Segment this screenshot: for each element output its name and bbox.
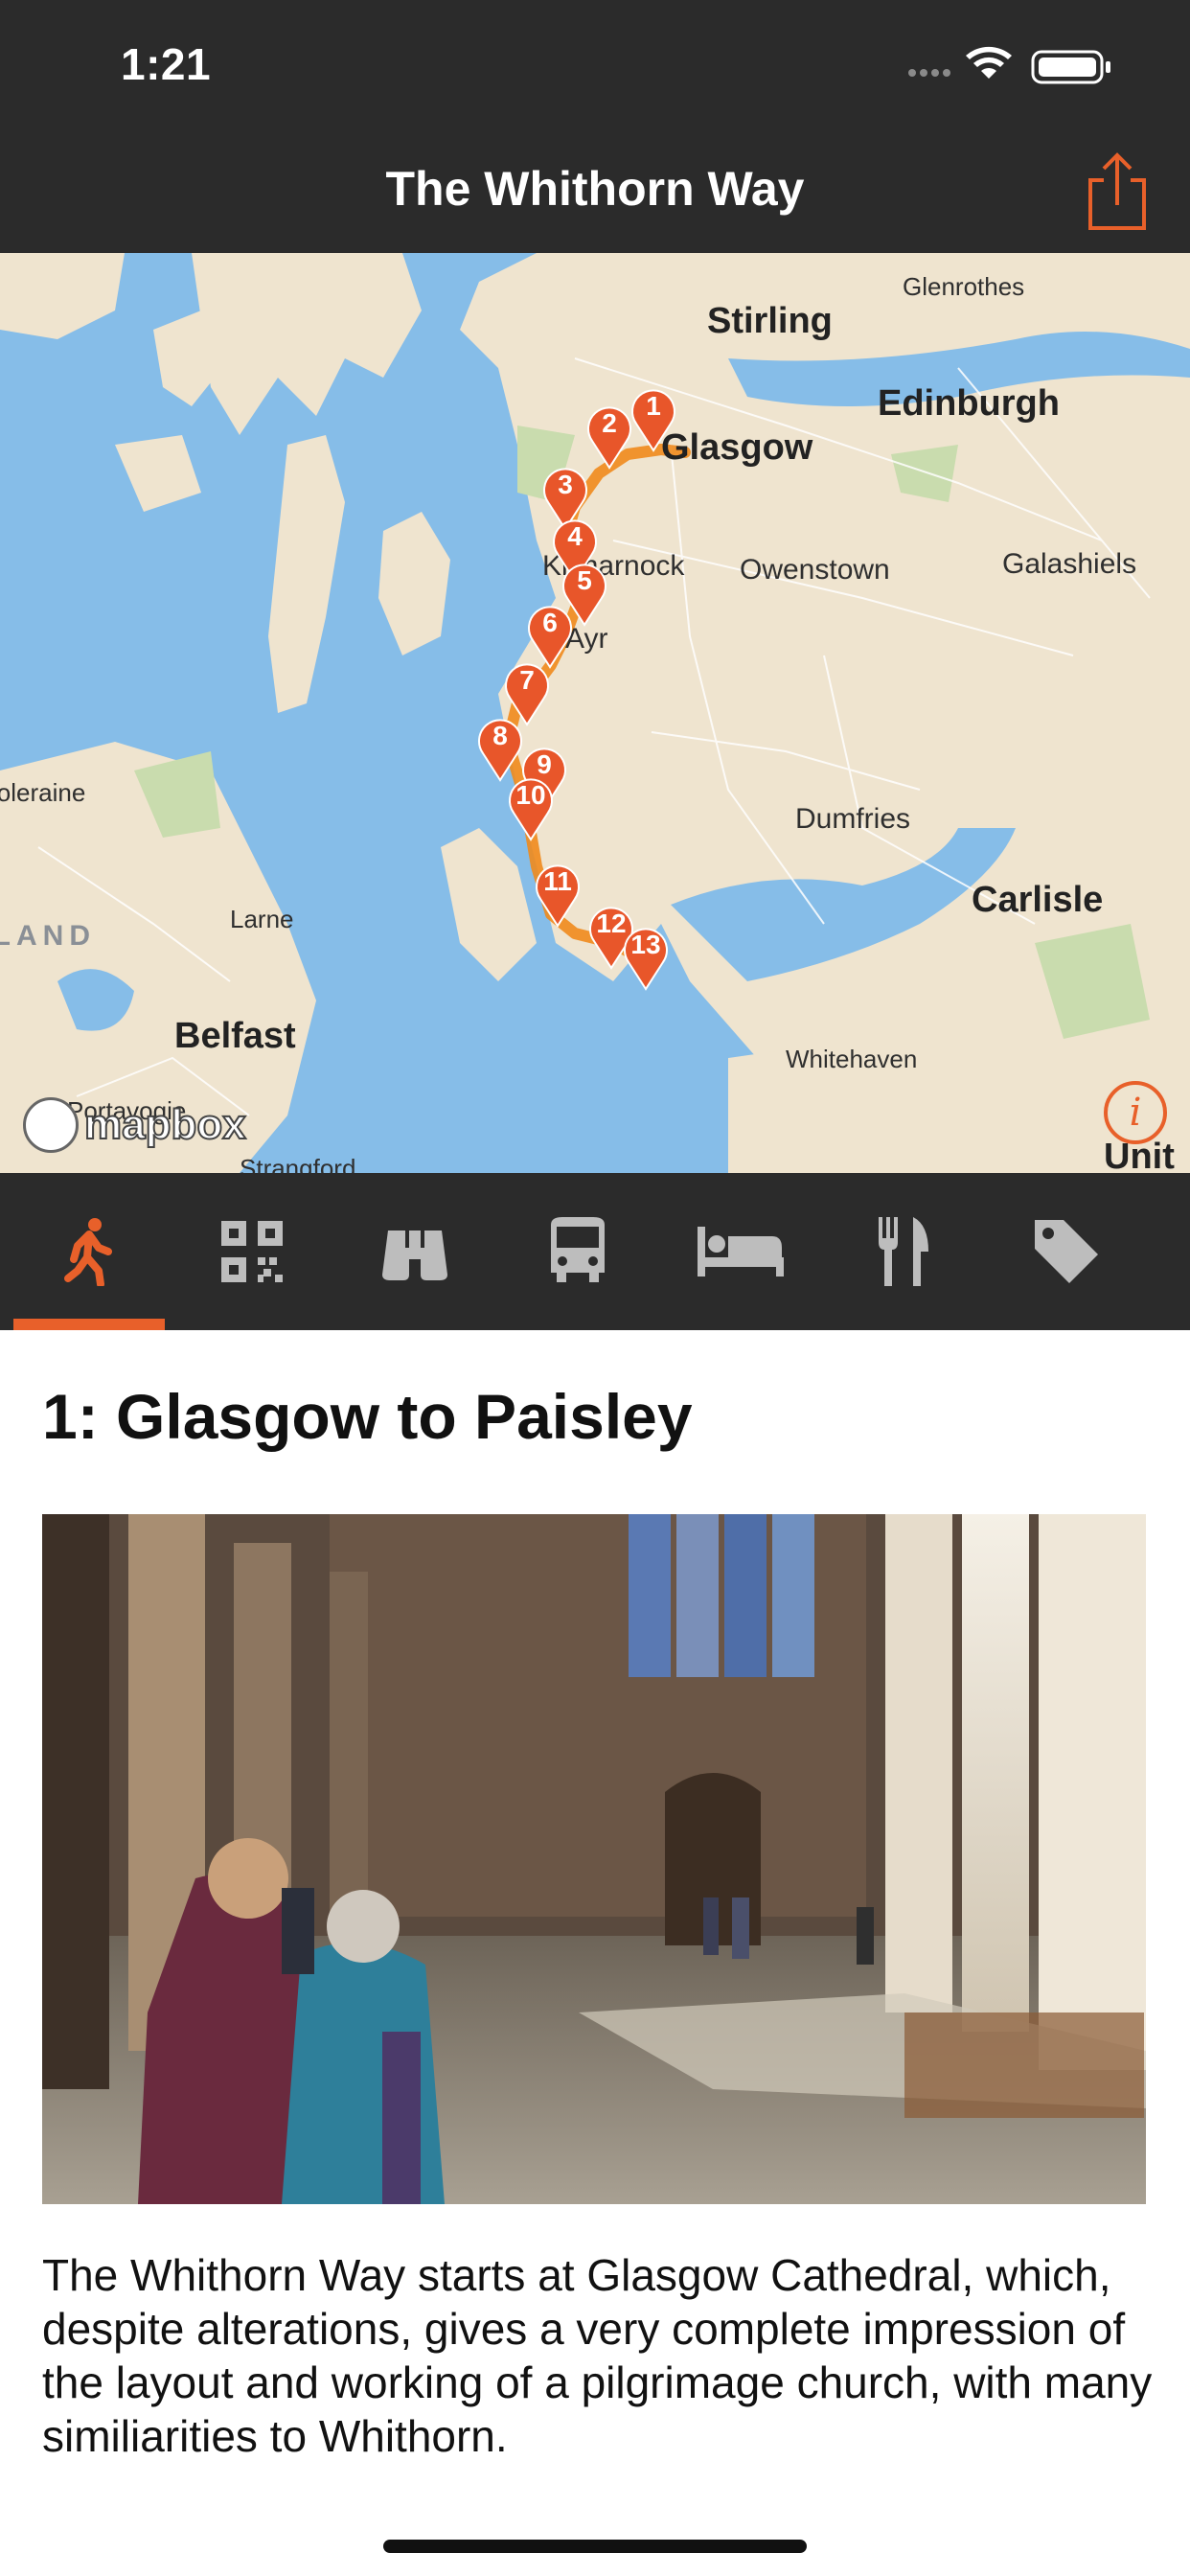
map-marker-13[interactable]: 13 [621, 924, 671, 991]
mapbox-attribution: mapbox [83, 1100, 247, 1149]
map-label: Coleraine [0, 778, 86, 807]
map-label: Glenrothes [903, 272, 1025, 301]
fork-knife-icon [879, 1217, 928, 1286]
map-label: Strangford [240, 1154, 356, 1173]
status-bar: 1:21 [0, 0, 1190, 126]
map-label: Owenstown [740, 554, 890, 586]
wifi-icon [966, 46, 1012, 79]
cellular-icon [908, 69, 950, 77]
map-marker-8[interactable]: 8 [475, 715, 525, 782]
map-label: Glasgow [661, 427, 813, 468]
map-label: Galashiels [1002, 548, 1137, 580]
home-indicator [383, 2540, 807, 2553]
map-label: Edinburgh [878, 383, 1060, 424]
map-marker-1[interactable]: 1 [629, 385, 678, 452]
tab-walking[interactable] [8, 1173, 171, 1330]
stage-title: 1: Glasgow to Paisley [42, 1381, 693, 1452]
bed-icon [698, 1227, 784, 1276]
stage-description: The Whithorn Way starts at Glasgow Cathe… [42, 2250, 1153, 2461]
mapbox-logo-icon [23, 1097, 79, 1153]
mapbox-logo[interactable]: mapbox [23, 1097, 247, 1153]
status-icons [908, 46, 1110, 84]
tab-bar [0, 1173, 1190, 1330]
map-label: Dumfries [795, 803, 911, 835]
page-title: The Whithorn Way [385, 162, 805, 216]
bus-icon [551, 1217, 605, 1282]
map-label: IRELAND [0, 920, 96, 952]
walking-icon [64, 1218, 112, 1286]
active-tab-indicator [13, 1319, 165, 1330]
map-marker-10[interactable]: 10 [506, 774, 556, 841]
info-icon[interactable]: i [1104, 1081, 1167, 1144]
map-label: Belfast [174, 1016, 296, 1056]
tab-transport[interactable] [496, 1173, 659, 1330]
tab-offers[interactable] [985, 1173, 1148, 1330]
battery-icon [1031, 50, 1110, 84]
share-icon[interactable] [1079, 148, 1156, 234]
tab-qr[interactable] [171, 1173, 333, 1330]
status-time: 1:21 [121, 39, 212, 89]
map-marker-11[interactable]: 11 [533, 861, 583, 928]
map-label: Larne [230, 905, 294, 933]
navigation-bar: The Whithorn Way [0, 126, 1190, 253]
tab-accommodation[interactable] [659, 1173, 822, 1330]
binoculars-icon [382, 1230, 447, 1280]
tab-food[interactable] [822, 1173, 985, 1330]
cathedral-photo-image [42, 1514, 1146, 2204]
qr-code-icon [221, 1221, 283, 1282]
tab-sights[interactable] [333, 1173, 496, 1330]
stage-content: 1: Glasgow to Paisley The Whithorn Way s… [0, 1330, 1190, 2576]
map-label: Whitehaven [786, 1045, 918, 1073]
map-label: Carlisle [972, 880, 1104, 920]
map-marker-2[interactable]: 2 [584, 402, 634, 470]
route-map[interactable]: Glenrothes Stirling Edinburgh Glasgow Ki… [0, 253, 1190, 1173]
tag-icon [1035, 1220, 1098, 1283]
cathedral-photo [42, 1514, 1146, 2204]
map-label: Stirling [707, 301, 833, 341]
